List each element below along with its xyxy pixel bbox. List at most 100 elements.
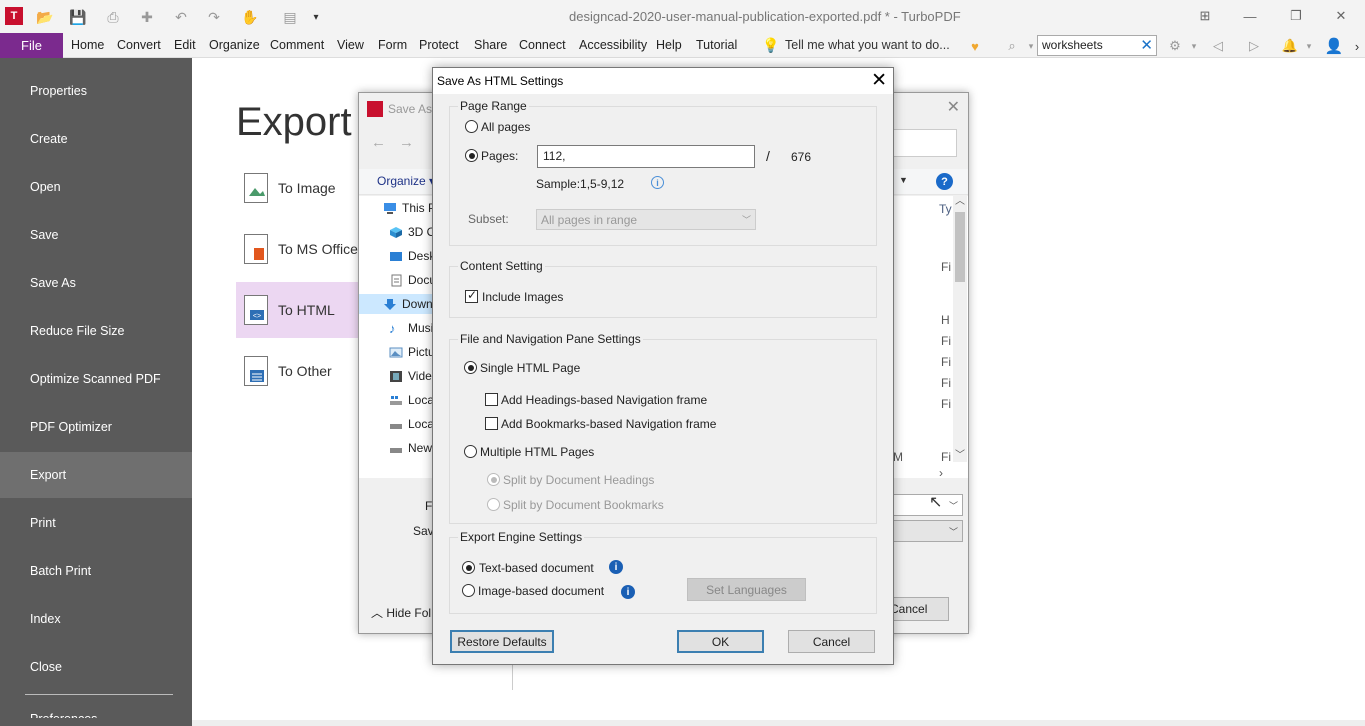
single-html-radio[interactable]: [464, 361, 477, 374]
save-type-combo[interactable]: ﹀: [893, 520, 963, 542]
heart-icon[interactable]: ♥: [966, 37, 984, 55]
user-account-icon[interactable]: 👤: [1325, 37, 1344, 55]
undo-icon[interactable]: ↶: [171, 7, 191, 27]
open-icon[interactable]: 📂: [35, 7, 55, 27]
pages-label[interactable]: Pages:: [481, 149, 518, 163]
split-headings-radio[interactable]: [487, 473, 500, 486]
menu-protect[interactable]: Protect: [419, 38, 459, 52]
find-icon[interactable]: ⌕: [1003, 37, 1021, 55]
menu-accessibility[interactable]: Accessibility: [579, 38, 647, 52]
restore-icon[interactable]: ❐: [1286, 6, 1306, 26]
menu-help[interactable]: Help: [656, 38, 682, 52]
menu-comment[interactable]: Comment: [270, 38, 324, 52]
previous-icon[interactable]: ◁: [1209, 37, 1227, 55]
menu-edit[interactable]: Edit: [174, 38, 196, 52]
sidebar-item-save[interactable]: Save: [0, 212, 192, 258]
close-icon[interactable]: ✕: [871, 69, 887, 92]
single-html-label[interactable]: Single HTML Page: [480, 361, 580, 375]
minimize-icon[interactable]: —: [1240, 6, 1260, 26]
menu-home[interactable]: Home: [71, 38, 104, 52]
snapshot-icon[interactable]: ▤: [280, 7, 300, 27]
image-based-label[interactable]: Image-based document: [478, 584, 604, 598]
menu-organize[interactable]: Organize: [209, 38, 260, 52]
hand-tool-icon[interactable]: ✋: [240, 7, 260, 27]
scroll-right-icon[interactable]: ›: [939, 466, 943, 480]
scroll-down-icon[interactable]: ﹀: [955, 446, 965, 461]
hide-folders-button[interactable]: ︿ Hide Fol: [371, 604, 431, 621]
scrollbar-thumb[interactable]: [955, 212, 965, 282]
view-dropdown-icon[interactable]: ▼: [899, 175, 908, 185]
organize-button[interactable]: Organize ▾: [377, 174, 435, 188]
pages-radio[interactable]: [465, 149, 478, 162]
split-bookmarks-radio[interactable]: [487, 498, 500, 511]
help-icon[interactable]: ?: [936, 173, 953, 190]
search-input[interactable]: worksheets ✕: [1037, 35, 1157, 56]
window-close-icon[interactable]: ✕: [1331, 6, 1351, 26]
all-pages-label[interactable]: All pages: [481, 120, 530, 134]
multiple-html-radio[interactable]: [464, 445, 477, 458]
sidebar-item-pdf-optimizer[interactable]: PDF Optimizer: [0, 404, 192, 450]
print-icon[interactable]: ⎙: [103, 7, 123, 27]
menu-connect[interactable]: Connect: [519, 38, 566, 52]
redo-icon[interactable]: ↷: [204, 7, 224, 27]
sidebar-item-open[interactable]: Open: [0, 164, 192, 210]
tree-item-this-pc[interactable]: This PC: [383, 198, 433, 218]
sidebar-item-save-as[interactable]: Save As: [0, 260, 192, 306]
sidebar-item-preferences[interactable]: Preferences: [0, 698, 192, 718]
column-header-type[interactable]: Ty: [939, 202, 952, 216]
notification-bell-icon[interactable]: 🔔: [1281, 37, 1299, 55]
info-icon[interactable]: i: [609, 560, 623, 574]
forward-arrow-icon[interactable]: →: [399, 134, 414, 151]
menu-convert[interactable]: Convert: [117, 38, 161, 52]
sidebar-item-index[interactable]: Index: [0, 596, 192, 642]
notification-dropdown-icon[interactable]: ▾: [1300, 37, 1318, 55]
layout-icon[interactable]: ⊞: [1195, 6, 1215, 26]
bookmarks-frame-label[interactable]: Add Bookmarks-based Navigation frame: [501, 417, 716, 431]
export-to-image[interactable]: To Image: [236, 160, 366, 216]
headings-frame-label[interactable]: Add Headings-based Navigation frame: [501, 393, 707, 407]
address-search-input[interactable]: [889, 129, 957, 157]
export-to-other[interactable]: To Other: [236, 343, 366, 399]
close-icon[interactable]: ✕: [947, 97, 960, 117]
menu-view[interactable]: View: [337, 38, 364, 52]
settings-gear-icon[interactable]: ⚙: [1166, 37, 1184, 55]
tell-me-search[interactable]: Tell me what you want to do...: [785, 38, 950, 52]
save-as-cancel-button[interactable]: Cancel: [889, 597, 949, 621]
next-icon[interactable]: ▷: [1245, 37, 1263, 55]
sidebar-item-export[interactable]: Export: [0, 452, 192, 498]
clear-search-icon[interactable]: ✕: [1140, 36, 1153, 54]
text-based-radio[interactable]: [462, 561, 475, 574]
multiple-html-label[interactable]: Multiple HTML Pages: [480, 445, 594, 459]
save-icon[interactable]: 💾: [68, 7, 88, 27]
sidebar-item-print[interactable]: Print: [0, 500, 192, 546]
sidebar-item-batch-print[interactable]: Batch Print: [0, 548, 192, 594]
menu-tutorial[interactable]: Tutorial: [696, 38, 737, 52]
menu-share[interactable]: Share: [474, 38, 507, 52]
subset-select[interactable]: All pages in range ﹀: [536, 209, 756, 230]
set-languages-button[interactable]: Set Languages: [687, 578, 806, 601]
sidebar-item-reduce-file-size[interactable]: Reduce File Size: [0, 308, 192, 354]
settings-dropdown-icon[interactable]: ▾: [1185, 37, 1203, 55]
restore-defaults-button[interactable]: Restore Defaults: [450, 630, 554, 653]
ok-button[interactable]: OK: [677, 630, 764, 653]
headings-frame-checkbox[interactable]: [485, 393, 498, 406]
include-images-label[interactable]: Include Images: [482, 290, 563, 304]
sidebar-item-optimize-scanned-pdf[interactable]: Optimize Scanned PDF: [0, 356, 192, 402]
file-menu[interactable]: File: [0, 33, 63, 58]
info-icon[interactable]: i: [651, 176, 664, 189]
include-images-checkbox[interactable]: [465, 288, 478, 303]
export-to-html[interactable]: <> To HTML: [236, 282, 366, 338]
sidebar-item-close[interactable]: Close: [0, 644, 192, 690]
file-name-combo[interactable]: ﹀: [893, 494, 963, 516]
new-icon[interactable]: ✚: [137, 7, 157, 27]
customize-icon[interactable]: ▾: [306, 7, 326, 27]
ribbon-expand-icon[interactable]: ›: [1348, 37, 1365, 55]
bookmarks-frame-checkbox[interactable]: [485, 417, 498, 430]
export-to-ms-office[interactable]: To MS Office: [236, 221, 366, 277]
tree-item-downloads[interactable]: Downloads: [359, 294, 434, 314]
all-pages-radio[interactable]: [465, 120, 478, 133]
info-icon[interactable]: i: [621, 585, 635, 599]
sidebar-item-create[interactable]: Create: [0, 116, 192, 162]
menu-form[interactable]: Form: [378, 38, 407, 52]
sidebar-item-properties[interactable]: Properties: [0, 68, 192, 114]
